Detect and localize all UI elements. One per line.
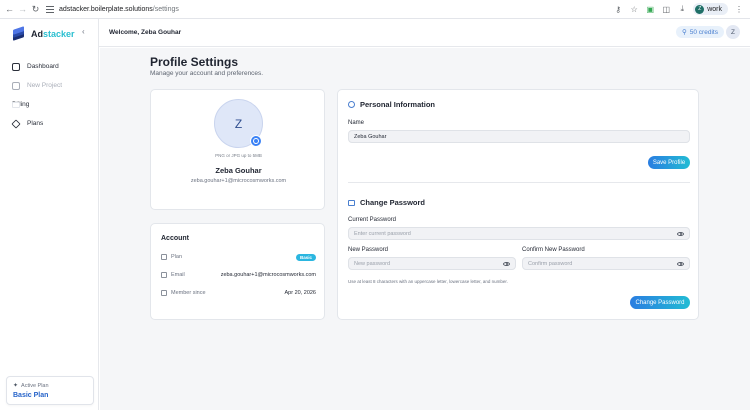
credits-value: 50 credits — [689, 28, 718, 36]
active-plan-label-row: ✦ Active Plan — [13, 382, 49, 390]
sparkle-icon: ✦ — [13, 383, 19, 389]
current-password-placeholder: Enter current password — [354, 230, 411, 237]
plan-icon — [161, 254, 167, 260]
account-plan-row: Plan Basic — [161, 252, 316, 262]
camera-upload-icon[interactable] — [250, 135, 262, 147]
browser-menu-icon[interactable]: ⋮ — [734, 4, 744, 14]
member-since-value: Apr 20, 2026 — [284, 290, 317, 296]
current-password-label: Current Password — [348, 217, 397, 223]
password-key-icon[interactable]: ⚷ — [613, 4, 623, 14]
new-project-icon — [12, 81, 20, 90]
credits-badge[interactable]: ⚲ 50 credits — [676, 26, 724, 38]
sidebar-item-billing[interactable]: Billing — [12, 95, 92, 114]
browser-toolbar: ← → ↻ adstacker.boilerplate.solutions/se… — [0, 0, 750, 19]
plan-label: Plan — [171, 254, 183, 260]
section-divider — [348, 182, 690, 183]
new-password-input[interactable]: New password — [348, 257, 516, 270]
main-content: Profile Settings Manage your account and… — [100, 48, 750, 410]
member-since-label: Member since — [171, 290, 206, 296]
plan-badge: Basic — [295, 253, 316, 261]
confirm-password-placeholder: Confirm password — [528, 260, 573, 267]
back-arrow-icon[interactable]: ← — [3, 3, 16, 16]
forward-arrow-icon[interactable]: → — [16, 3, 29, 16]
email-value: zeba.gouhar+1@microcosmworks.com — [220, 272, 316, 278]
dashboard-icon — [12, 62, 20, 71]
download-icon[interactable]: ⤓ — [677, 4, 687, 14]
sidebar-nav: Dashboard New Project Billing Plans — [11, 57, 92, 133]
upload-hint: PNG or JPG up to 5MB — [215, 153, 262, 158]
confirm-password-label: Confirm New Password — [522, 247, 585, 253]
stack-logo-icon — [12, 26, 25, 41]
profile-email: zeba.gouhar+1@microcosmworks.com — [190, 178, 287, 184]
calendar-icon — [161, 290, 167, 296]
active-plan-label: Active Plan — [21, 382, 49, 389]
change-password-heading: Change Password — [348, 198, 425, 207]
current-password-input[interactable]: Enter current password — [348, 227, 690, 240]
extension-icon[interactable]: ▣ — [645, 4, 655, 14]
mail-icon — [161, 272, 167, 278]
sidebar-item-new-project: New Project — [12, 76, 92, 95]
lock-icon — [348, 200, 355, 206]
reload-icon[interactable]: ↻ — [29, 3, 42, 16]
url-host: adstacker.boilerplate.solutions — [59, 5, 153, 13]
name-value: Zeba Gouhar — [354, 133, 387, 140]
account-email-row: Email zeba.gouhar+1@microcosmworks.com — [161, 270, 316, 280]
sidebar-item-plans[interactable]: Plans — [11, 114, 92, 133]
extensions-puzzle-icon[interactable]: ◫ — [661, 4, 671, 14]
brand-name: Adstacker — [31, 28, 75, 39]
new-password-placeholder: New password — [354, 260, 391, 267]
active-plan-card[interactable]: ✦ Active Plan Basic Plan — [6, 376, 94, 405]
sidebar-item-label: Plans — [27, 120, 44, 127]
sidebar-item-label: New Project — [27, 82, 63, 89]
personal-info-heading: Personal Information — [348, 100, 435, 109]
save-profile-button[interactable]: Save Profile — [648, 156, 690, 169]
active-plan-value: Basic Plan — [13, 392, 49, 399]
address-bar[interactable]: adstacker.boilerplate.solutions/settings — [46, 3, 179, 16]
change-password-title: Change Password — [360, 198, 426, 207]
page-subtitle: Manage your account and preferences. — [150, 70, 264, 77]
billing-card-icon — [12, 101, 20, 108]
browser-profile-name: work — [707, 5, 722, 13]
change-password-button[interactable]: Change Password — [630, 296, 690, 309]
collapse-sidebar-chevron-icon[interactable]: ‹ — [82, 27, 85, 36]
name-field[interactable]: Zeba Gouhar — [348, 130, 690, 143]
browser-profile-avatar: Z — [695, 4, 705, 14]
account-member-row: Member since Apr 20, 2026 — [161, 288, 316, 298]
show-password-eye-icon[interactable] — [677, 231, 684, 236]
confirm-password-input[interactable]: Confirm password — [522, 257, 690, 270]
credits-link-icon: ⚲ — [682, 29, 687, 36]
personal-info-title: Personal Information — [360, 100, 436, 109]
user-icon — [348, 101, 355, 108]
show-password-eye-icon[interactable] — [503, 261, 510, 266]
top-header: Welcome, Zeba Gouhar ⚲ 50 credits Z — [99, 19, 750, 47]
bookmark-star-icon[interactable]: ☆ — [629, 4, 639, 14]
plans-layers-icon — [11, 118, 21, 129]
url-path: /settings — [152, 5, 179, 13]
brand-logo[interactable]: Adstacker — [12, 26, 75, 41]
sidebar: Adstacker ‹ Dashboard New Project Billin… — [0, 19, 99, 410]
sidebar-item-label: Dashboard — [27, 63, 59, 70]
show-password-eye-icon[interactable] — [677, 261, 684, 266]
browser-profile-button[interactable]: Z work — [693, 3, 728, 15]
welcome-text: Welcome, Zeba Gouhar — [109, 29, 182, 36]
settings-form-card: Personal Information Name Zeba Gouhar Sa… — [337, 89, 699, 320]
profile-name: Zeba Gouhar — [215, 166, 262, 175]
name-label: Name — [348, 120, 365, 126]
page-title: Profile Settings — [150, 55, 239, 69]
email-label: Email — [171, 272, 185, 278]
new-password-label: New Password — [348, 247, 389, 253]
password-hint: Use at least 8 characters with an upperc… — [348, 279, 508, 284]
account-card: Account Plan Basic Email zeba.gouhar+1@m… — [150, 223, 325, 320]
profile-avatar-card: Z PNG or JPG up to 5MB Zeba Gouhar zeba.… — [150, 89, 325, 210]
account-title: Account — [161, 235, 189, 242]
sidebar-item-dashboard[interactable]: Dashboard — [12, 57, 92, 76]
user-avatar[interactable]: Z — [726, 25, 740, 39]
site-settings-icon[interactable] — [46, 5, 54, 13]
